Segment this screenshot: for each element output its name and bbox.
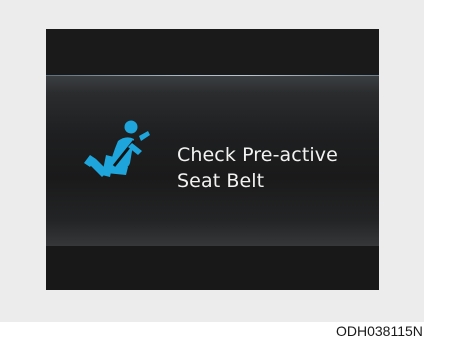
cluster-display: Check Pre-active Seat Belt [46,29,379,290]
seat-belt-warning-icon [84,120,150,177]
figure-frame: Check Pre-active Seat Belt [0,0,424,322]
warning-message-line-2: Seat Belt [177,170,265,192]
display-top-band [46,29,379,75]
figure-code: ODH038115N [336,323,423,339]
warning-message-line-1: Check Pre-active [177,144,338,166]
display-bottom-band [46,246,379,290]
warning-message: Check Pre-active Seat Belt [177,142,377,194]
figure: Check Pre-active Seat Belt ODH038115N [0,0,450,344]
